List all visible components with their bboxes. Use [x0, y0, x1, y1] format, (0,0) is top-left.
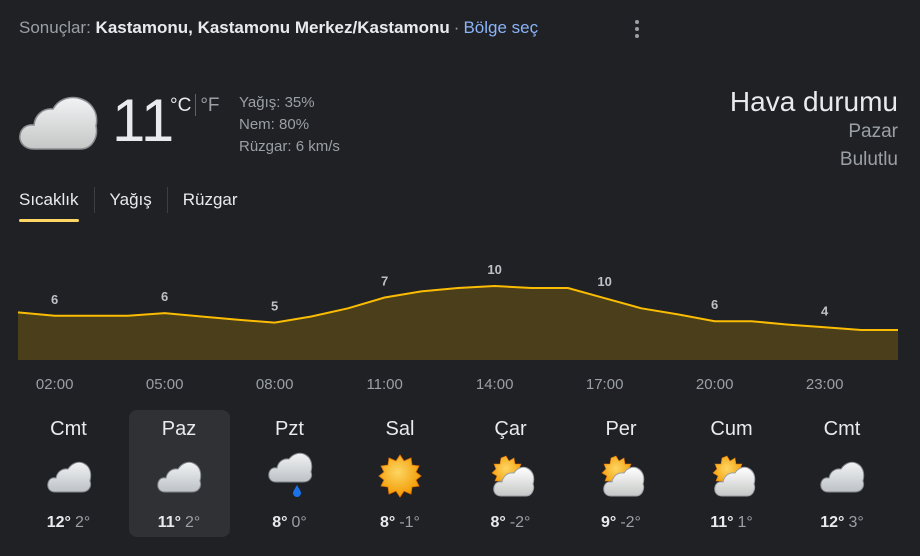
day-card[interactable]: Per 9° -2°	[571, 410, 672, 537]
day-label: Pazar	[848, 121, 898, 142]
temperature-label: 6	[161, 289, 168, 304]
high-temp: 12°	[46, 514, 71, 531]
chart-tabs: Sıcaklık Yağış Rüzgar	[19, 187, 238, 222]
day-name: Per	[605, 418, 637, 440]
high-temp: 8°	[490, 514, 506, 531]
tab-temperature[interactable]: Sıcaklık	[19, 190, 79, 222]
high-temp: 11°	[710, 514, 734, 531]
day-temps: 8° 0°	[239, 514, 340, 532]
time-label: 05:00	[145, 376, 184, 393]
low-temp: 0°	[291, 514, 307, 531]
day-card[interactable]: Sal 8° -1°	[350, 410, 451, 537]
low-temp: 2°	[74, 514, 91, 531]
day-name: Cmt	[823, 418, 861, 440]
day-temps: 11° 1°	[681, 514, 782, 532]
day-name: Cmt	[50, 418, 87, 440]
day-name: Paz	[161, 418, 197, 440]
choose-region-link[interactable]: Bölge seç	[463, 18, 538, 37]
precipitation-text: Yağış: 35%	[239, 94, 315, 111]
fahrenheit-button[interactable]: °F	[200, 95, 219, 116]
temperature-label: 10	[597, 274, 611, 289]
partly-cloudy-icon	[487, 452, 535, 500]
day-temps: 12° 3°	[792, 514, 893, 532]
results-prefix: Sonuçlar:	[19, 18, 96, 37]
wind-text: Rüzgar: 6 km/s	[239, 138, 340, 155]
weather-title: Hava durumu	[729, 86, 898, 117]
time-label: 17:00	[585, 376, 624, 393]
partly-cloudy-icon	[708, 452, 756, 500]
temperature-label: 6	[51, 292, 58, 307]
day-name: Sal	[385, 418, 415, 440]
day-card[interactable]: Çar 8° -2°	[460, 410, 561, 537]
cloud-icon	[18, 95, 100, 153]
cloud-icon	[45, 452, 93, 500]
tab-precipitation[interactable]: Yağış	[110, 190, 152, 222]
humidity-text: Nem: 80%	[239, 116, 310, 133]
time-label: 08:00	[255, 376, 294, 393]
partly-cloudy-icon	[597, 452, 645, 500]
low-temp: 1°	[737, 514, 753, 531]
low-temp: -2°	[509, 514, 531, 531]
day-temps: 8° -2°	[460, 514, 561, 532]
temperature-chart: 6 6 5 7 10 10 6 4	[17, 262, 898, 360]
day-temps: 12° 2°	[18, 514, 119, 532]
high-temp: 9°	[601, 514, 617, 531]
low-temp: 3°	[848, 514, 864, 531]
day-name: Çar	[494, 418, 527, 440]
temperature-label: 7	[381, 274, 388, 289]
high-temp: 8°	[272, 514, 288, 531]
high-temp: 11°	[157, 514, 181, 531]
time-label: 14:00	[475, 376, 514, 393]
condition-label: Bulutlu	[839, 149, 898, 170]
cloud-icon	[155, 452, 203, 500]
tab-wind[interactable]: Rüzgar	[183, 190, 238, 222]
day-card[interactable]: Paz 11° 2°	[128, 410, 230, 537]
day-temps: 9° -2°	[571, 514, 672, 532]
time-label: 02:00	[35, 376, 74, 393]
time-label: 11:00	[366, 376, 403, 393]
day-card[interactable]: Cmt 12° 2°	[18, 410, 119, 537]
results-header: Sonuçlar: Kastamonu, Kastamonu Merkez/Ka…	[19, 18, 538, 38]
day-temps: 11° 2°	[129, 514, 230, 532]
day-name: Cum	[710, 418, 753, 440]
temperature-label: 5	[271, 299, 278, 314]
day-card[interactable]: Cum 11° 1°	[681, 410, 782, 537]
day-card[interactable]: Cmt 12° 3°	[792, 410, 893, 537]
current-temperature: 11	[112, 87, 175, 154]
time-label: 20:00	[695, 376, 734, 393]
cloud-icon	[818, 452, 866, 500]
separator-dot: ·	[453, 18, 460, 37]
temperature-label: 10	[487, 262, 501, 277]
celsius-button[interactable]: °C	[170, 95, 191, 116]
rain-cloud-icon	[266, 452, 314, 500]
time-label: 23:00	[805, 376, 844, 393]
daily-forecast: Cmt 12° 2° Paz 11° 2° Pzt 8° 0° Sal 8° -1° Çar 8° -2° P…	[18, 410, 902, 537]
high-temp: 8°	[380, 514, 396, 531]
low-temp: -1°	[399, 514, 420, 531]
more-vert-icon[interactable]	[627, 18, 647, 40]
unit-toggle: °C °F	[170, 94, 220, 117]
temperature-label: 4	[821, 303, 829, 318]
day-name: Pzt	[275, 418, 304, 440]
low-temp: -2°	[620, 514, 641, 531]
low-temp: 2°	[185, 514, 201, 531]
sun-icon	[376, 452, 424, 500]
temperature-label: 6	[711, 297, 718, 312]
day-card[interactable]: Pzt 8° 0°	[239, 410, 340, 537]
summary-panel: Hava durumu Pazar Bulutlu	[730, 86, 898, 174]
location-name: Kastamonu, Kastamonu Merkez/Kastamonu	[95, 18, 450, 37]
day-temps: 8° -1°	[350, 514, 451, 532]
weather-details: Yağış: 35% Nem: 80% Rüzgar: 6 km/s	[239, 92, 340, 158]
high-temp: 12°	[820, 514, 845, 531]
